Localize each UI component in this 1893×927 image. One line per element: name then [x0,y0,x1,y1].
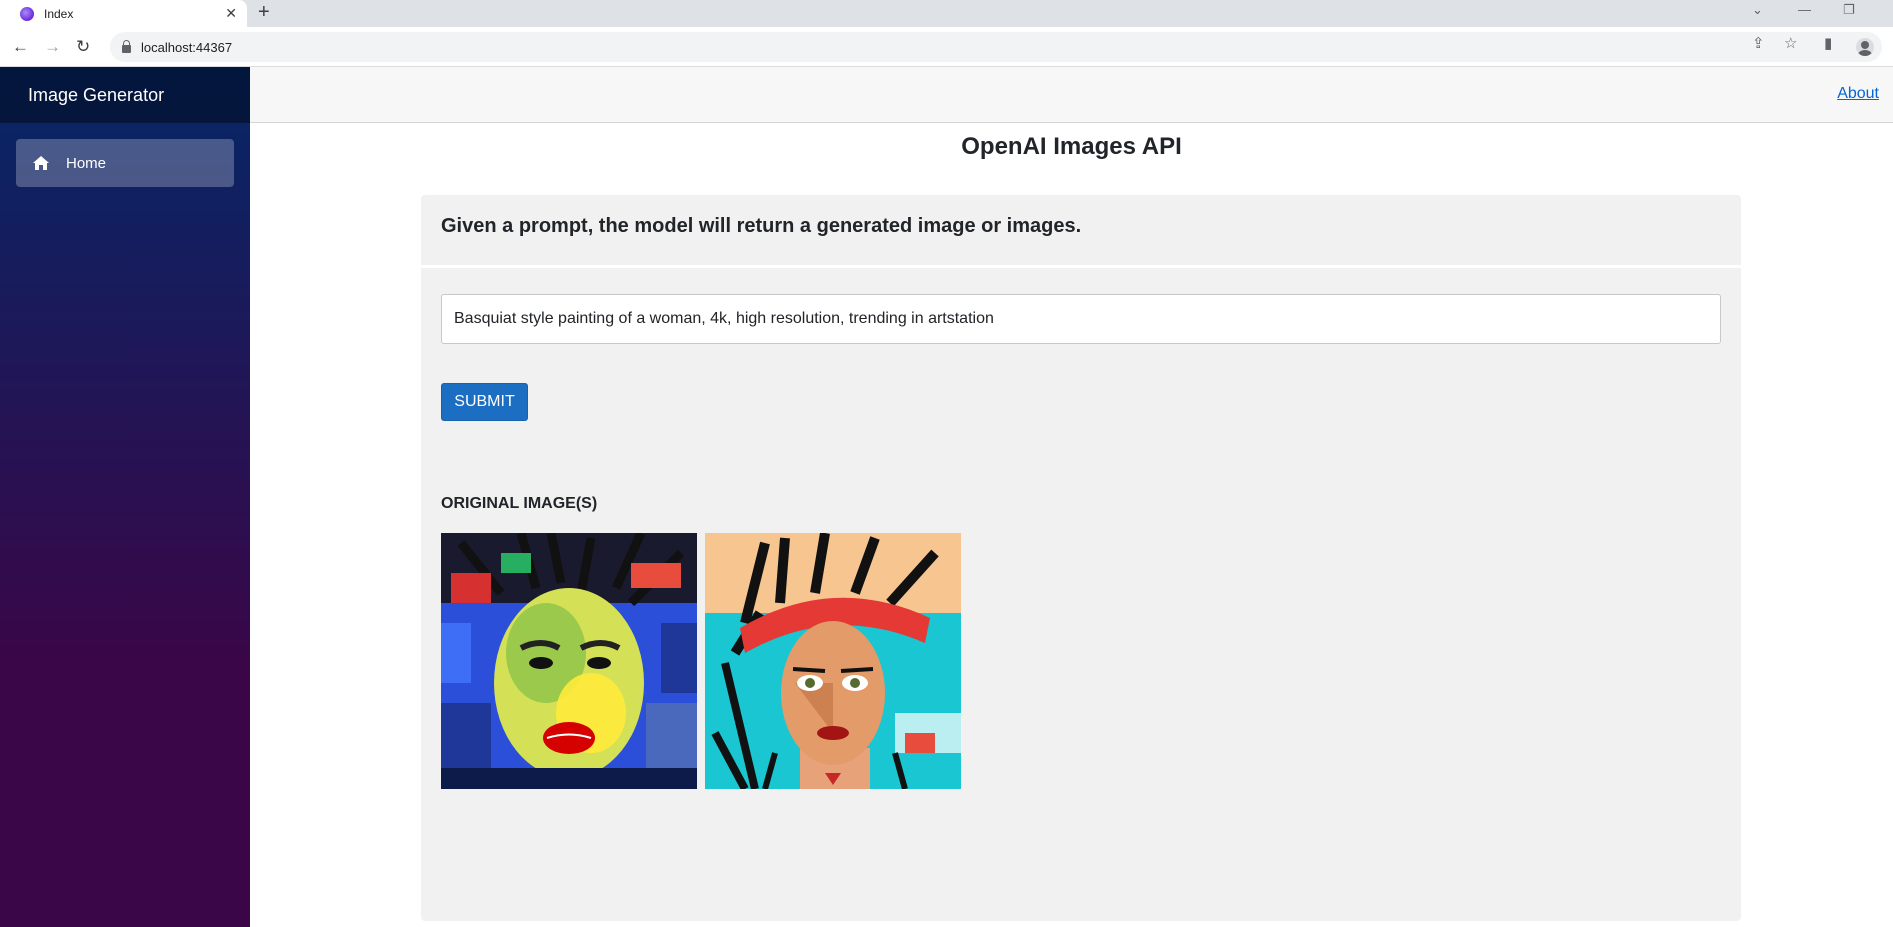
browser-toolbar: ← → ↻ localhost:44367 ⇪ ☆ ▮ [0,27,1893,67]
about-link[interactable]: About [1837,85,1879,103]
back-icon[interactable]: ← [12,37,29,57]
side-panel-icon[interactable]: ▮ [1824,34,1832,52]
new-tab-icon[interactable]: + [258,1,270,24]
browser-tabstrip: Index ✕ + ⌄ — ❐ [0,0,1893,27]
card-description: Given a prompt, the model will return a … [441,215,1082,237]
sidebar-item-home[interactable]: Home [16,139,234,187]
results-heading: ORIGINAL IMAGE(S) [441,495,598,512]
brand-name[interactable]: Image Generator [28,85,164,106]
prompt-input[interactable] [441,294,1721,344]
generated-image-1[interactable] [441,533,697,789]
page-title: OpenAI Images API [961,133,1182,160]
bookmark-star-icon[interactable]: ☆ [1784,34,1797,52]
top-row: About [250,67,1893,123]
address-url: localhost:44367 [141,39,233,55]
lock-icon [122,39,131,53]
share-icon[interactable]: ⇪ [1752,34,1765,52]
app-favicon-icon [20,6,34,21]
reload-icon[interactable]: ↻ [76,37,90,57]
generated-image-2[interactable] [705,533,961,789]
tab-title: Index [44,6,74,21]
sidebar-brand-bar: Image Generator [0,67,250,123]
submit-button[interactable]: SUBMIT [441,383,528,421]
restore-icon[interactable]: ❐ [1843,2,1855,18]
profile-avatar-icon[interactable] [1856,38,1874,56]
main-content: About OpenAI Images API Given a prompt, … [250,67,1893,927]
app-root: Image Generator Home About OpenAI Images… [0,67,1893,927]
card-header: Given a prompt, the model will return a … [421,195,1741,265]
forward-icon[interactable]: → [44,37,61,57]
address-bar[interactable]: localhost:44367 [110,32,1882,62]
sidebar-item-label: Home [66,154,107,172]
tab-close-icon[interactable]: ✕ [225,5,237,22]
card-body: SUBMIT ORIGINAL IMAGE(S) [421,268,1741,921]
sidebar: Image Generator Home [0,67,250,927]
home-icon [33,156,49,170]
minimize-icon[interactable]: — [1798,2,1811,17]
tab-search-icon[interactable]: ⌄ [1752,2,1763,18]
browser-tab[interactable]: Index ✕ [0,0,247,27]
